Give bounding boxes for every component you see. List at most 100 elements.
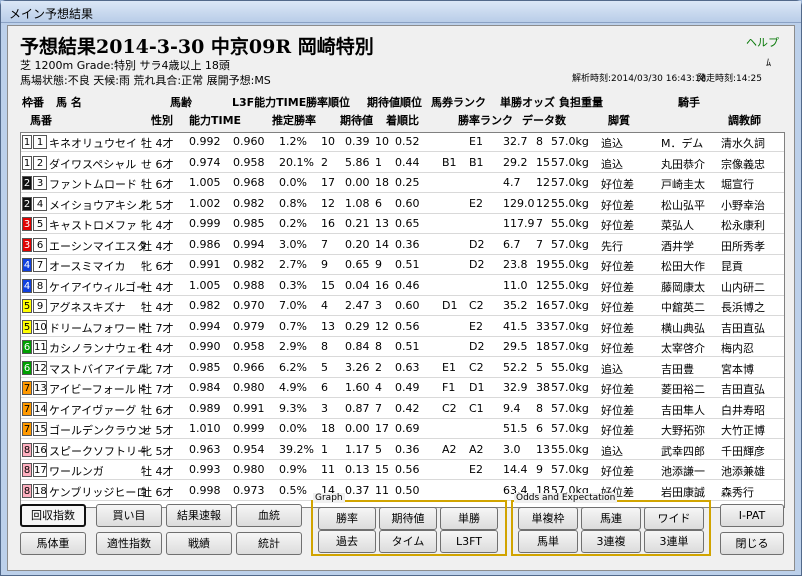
col-weight: 負担重量 — [559, 96, 603, 109]
waku-badge: 1 — [22, 155, 32, 170]
ipat-button[interactable]: I-PAT — [720, 504, 784, 527]
cell-l3f-time: 0.982 — [233, 258, 265, 271]
client-area: 予想結果2014-3-30 中京09R 岡崎特別 ヘルプ ﾑ 芝 1200m G… — [7, 25, 795, 571]
odds-fukusho-button[interactable]: 単複枠 — [518, 507, 578, 530]
main-window: メイン予想結果 予想結果2014-3-30 中京09R 岡崎特別 ヘルプ ﾑ 芝… — [0, 0, 802, 576]
graph-l3ft-button[interactable]: L3FT — [440, 530, 498, 553]
cell-horse-name: エーシンマイエスタ — [49, 239, 148, 253]
cell-horse-name: ケンブリッジヒーロ — [49, 485, 148, 499]
cell-finish-ratio: 0.51 — [395, 258, 420, 271]
senseki-button[interactable]: 戦績 — [166, 532, 232, 555]
table-row[interactable]: 5 9 アグネスキズナ 牡 4才 0.982 0.970 7.0% 4 2.47 3 0.60 D1 C… — [21, 297, 784, 316]
cell-win-odds: 11.0 — [503, 278, 528, 292]
graph-kako-button[interactable]: 過去 — [318, 530, 376, 553]
cell-ticket-rank: A2 — [442, 442, 457, 456]
ketto-button[interactable]: 血統 — [236, 504, 302, 527]
table-row[interactable]: 7 15 ゴールデンクラウンせ 5才 1.010 0.999 0.0% 18 0.00 17 0.… — [21, 420, 784, 439]
umaban-box: 8 — [33, 278, 47, 293]
kekka-button[interactable]: 結果速報 — [166, 504, 232, 527]
graph-time-button[interactable]: タイム — [379, 530, 437, 553]
cell-horse-name: キネオリュウセイ — [49, 137, 137, 150]
col-odds: 単勝オッズ — [500, 96, 555, 109]
table-row[interactable]: 1 2 ダイワスペシャルせ 6才 0.974 0.958 20.1% 2 5.86 1 0.44 B… — [21, 154, 784, 173]
col-finish: 着順比 — [386, 114, 419, 127]
table-row[interactable]: 4 8 ケイアイウィルゴー牡 4才 1.005 0.988 0.3% 15 0.04 16 0.4… — [21, 277, 784, 296]
cell-horse-name: ケイアイウィルゴー — [49, 280, 148, 294]
cell-running-style: 好位差 — [601, 198, 634, 212]
odds-sanrentan-button[interactable]: 3連単 — [644, 530, 704, 553]
graph-kitaichi-button[interactable]: 期待値 — [379, 507, 437, 530]
cell-win-prob: 7.0% — [279, 299, 307, 312]
cell-trainer: 大竹正博 — [721, 424, 765, 437]
table-row[interactable]: 7 13 アイビーフォールド牡 7才 0.984 0.980 4.9% 6 1.60 4 0.49… — [21, 379, 784, 398]
cell-ev-rank: 12 — [375, 319, 389, 333]
cell-finish-ratio: 0.36 — [395, 237, 420, 251]
table-row[interactable]: 6 12 マストバイアイテム牝 7才 0.985 0.966 6.2% 5 3.26 2 0.63… — [21, 359, 784, 378]
table-row[interactable]: 8 16 スピークソフトリー牝 5才 0.963 0.954 39.2% 1 1.17 5 0.3… — [21, 441, 784, 460]
cell-win-odds: 4.7 — [503, 176, 521, 189]
graph-tansho-button[interactable]: 単勝 — [440, 507, 498, 530]
kaishu-button[interactable]: 回収指数 — [20, 504, 86, 527]
table-row[interactable]: 8 18 ケンブリッジヒーロ牡 6才 0.998 0.973 0.5% 14 0.37 11 0.… — [21, 482, 784, 501]
table-row[interactable]: 2 4 メイショウアキシノ牝 5才 1.002 0.982 0.8% 12 1.08 6 0.60… — [21, 195, 784, 214]
odds-wide-button[interactable]: ワイド — [644, 507, 704, 530]
cell-ev-rank: 16 — [375, 278, 389, 292]
cell-jockey: M．デム — [661, 137, 704, 150]
cell-jockey: 菜弘人 — [661, 219, 694, 232]
umaban-box: 10 — [33, 319, 47, 334]
table-row[interactable]: 4 7 オースミマイカ 牝 6才 0.991 0.982 2.7% 9 0.65 9 0.51 D2 2… — [21, 256, 784, 275]
table-row[interactable]: 2 3 ファントムロード牡 6才 1.005 0.968 0.0% 17 0.00 18 0.25… — [21, 174, 784, 193]
cell-ability-time: 0.998 — [189, 483, 221, 497]
cell-sex-age: せ 6才 — [141, 157, 174, 171]
post-time: 発走時刻:14:25 — [697, 74, 762, 84]
table-row[interactable]: 3 6 エーシンマイエスタ牡 4才 0.986 0.994 3.0% 7 0.20 14 0.36… — [21, 236, 784, 255]
cell-trainer: 白井寿昭 — [721, 403, 765, 417]
cell-jockey: 松田大作 — [661, 260, 705, 273]
umaban-box: 3 — [33, 176, 47, 190]
graph-group-title: Graph — [313, 493, 345, 503]
table-row[interactable]: 1 1 キネオリュウセイ牡 4才 0.992 0.960 1.2% 10 0.39 10 0.52… — [21, 133, 784, 152]
cell-ability-time: 0.984 — [189, 381, 221, 394]
cell-win-prob: 9.3% — [279, 401, 307, 415]
cell-trainer: 吉田直弘 — [721, 321, 765, 335]
result-table[interactable]: 1 1 キネオリュウセイ牡 4才 0.992 0.960 1.2% 10 0.39 10 0.52… — [20, 132, 785, 508]
help-link[interactable]: ヘルプ — [746, 34, 779, 50]
cell-sex-age: せ 5才 — [141, 424, 174, 437]
waku-badge: 7 — [22, 422, 32, 436]
table-row[interactable]: 6 11 カシノランナウェイ牡 4才 0.990 0.958 2.9% 8 0.84 8 0.51… — [21, 338, 784, 357]
cell-l3f-time: 0.979 — [233, 319, 265, 333]
cell-running-style: 好位差 — [601, 403, 634, 417]
table-row[interactable]: 8 17 ワールンガ 牡 4才 0.993 0.980 0.9% 11 0.13 15 0.56 E2… — [21, 461, 784, 480]
cell-win-prob: 0.0% — [279, 422, 307, 435]
table-row[interactable]: 3 5 キャストロメファ牝 4才 0.999 0.985 0.2% 16 0.21 13 0.65… — [21, 215, 784, 234]
pin-icon[interactable]: ﾑ — [766, 54, 771, 69]
cell-expected-value: 1.08 — [345, 196, 370, 210]
tekisei-button[interactable]: 適性指数 — [96, 532, 162, 555]
col-trainer: 調教師 — [728, 114, 761, 127]
cell-ability-time: 1.010 — [189, 422, 221, 435]
odds-umatan-button[interactable]: 馬単 — [518, 530, 578, 553]
odds-sanrenpuku-button[interactable]: 3連複 — [581, 530, 641, 553]
cell-win-prob-rank: C1 — [469, 401, 484, 415]
cell-sex-age: 牡 4才 — [141, 239, 174, 253]
cell-finish-ratio: 0.49 — [395, 381, 420, 394]
table-row[interactable]: 5 10 ドリームフォワード牡 7才 0.994 0.979 0.7% 13 0.29 12 0.… — [21, 318, 784, 337]
cell-ticket-rank: F1 — [442, 381, 456, 394]
tokei-button[interactable]: 統計 — [236, 532, 302, 555]
table-row[interactable]: 7 14 ケイアイヴァーグ牡 6才 0.989 0.991 9.3% 3 0.87 7 0.42 C… — [21, 400, 784, 419]
col-ev: 期待値 — [340, 114, 373, 127]
cell-win-rank: 11 — [321, 463, 335, 476]
waku-badge: 3 — [22, 217, 32, 231]
cell-win-odds: 9.4 — [503, 401, 521, 415]
cell-l3f-time: 0.980 — [233, 463, 265, 476]
graph-shoritsu-button[interactable]: 勝率 — [318, 507, 376, 530]
cell-win-prob: 0.0% — [279, 176, 307, 189]
cell-running-style: 好位差 — [601, 321, 634, 335]
kaime-button[interactable]: 買い目 — [96, 504, 162, 527]
odds-umaren-button[interactable]: 馬連 — [581, 507, 641, 530]
cell-horse-name: スピークソフトリー — [49, 444, 148, 458]
bataiju-button[interactable]: 馬体重 — [20, 532, 86, 555]
cell-trainer: 吉田直弘 — [721, 383, 765, 396]
close-button[interactable]: 閉じる — [720, 532, 784, 555]
cell-trainer: 清水久詞 — [721, 137, 765, 150]
